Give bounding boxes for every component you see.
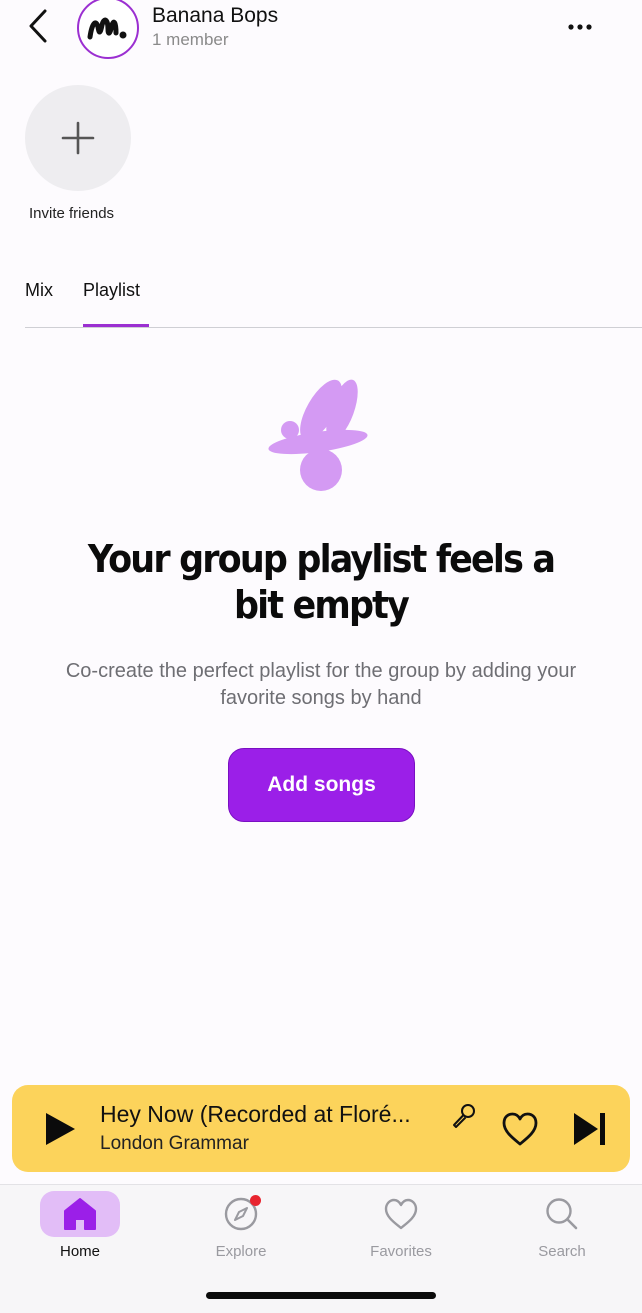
compass-icon-container bbox=[201, 1191, 281, 1237]
tab-home[interactable]: Home bbox=[30, 1191, 130, 1261]
empty-state-description: Co-create the perfect playlist for the g… bbox=[20, 658, 622, 712]
empty-playlist-illustration bbox=[268, 379, 368, 491]
empty-state-title-line-1: Your group playlist feels a bbox=[87, 537, 556, 581]
more-options-button[interactable] bbox=[558, 14, 602, 40]
heart-icon bbox=[384, 1198, 418, 1230]
home-indicator[interactable] bbox=[206, 1292, 436, 1299]
search-icon bbox=[546, 1198, 578, 1230]
empty-state-description-line-2: favorite songs by hand bbox=[220, 687, 422, 709]
group-member-count: 1 member bbox=[152, 30, 229, 49]
header: Banana Bops 1 member bbox=[0, 0, 642, 70]
tab-playlist[interactable]: Playlist bbox=[83, 280, 140, 301]
invite-friends: Invite friends bbox=[25, 85, 131, 222]
empty-state-title: Your group playlist feels a bit empty bbox=[26, 536, 617, 628]
skip-next-icon[interactable] bbox=[570, 1109, 610, 1149]
now-playing-artist: London Grammar bbox=[100, 1133, 249, 1154]
empty-state-description-line-1: Co-create the perfect playlist for the g… bbox=[65, 660, 577, 682]
tab-favorites-label: Favorites bbox=[370, 1243, 432, 1260]
home-icon-container bbox=[40, 1191, 120, 1237]
tab-strip: Mix Playlist bbox=[25, 270, 642, 328]
invite-friends-button[interactable] bbox=[25, 85, 131, 191]
play-icon bbox=[46, 1113, 75, 1145]
tab-explore-label: Explore bbox=[215, 1243, 267, 1260]
microphone-icon bbox=[453, 1104, 475, 1128]
heart-icon[interactable] bbox=[500, 1110, 540, 1148]
more-horizontal-icon bbox=[568, 24, 592, 30]
group-avatar[interactable] bbox=[77, 0, 139, 59]
now-playing-title: Hey Now (Recorded at Floré... bbox=[100, 1101, 411, 1127]
empty-state-title-line-2: bit empty bbox=[233, 583, 410, 627]
notification-badge bbox=[250, 1195, 261, 1206]
plus-icon bbox=[61, 121, 95, 155]
tab-search[interactable]: Search bbox=[512, 1191, 612, 1261]
home-icon bbox=[64, 1198, 96, 1230]
tab-favorites[interactable]: Favorites bbox=[351, 1191, 451, 1261]
invite-friends-label: Invite friends bbox=[29, 205, 115, 222]
mini-player[interactable]: Hey Now (Recorded at Floré... London Gra… bbox=[12, 1085, 630, 1172]
heart-icon-container bbox=[361, 1191, 441, 1237]
tab-search-label: Search bbox=[538, 1243, 586, 1260]
chevron-left-icon bbox=[29, 9, 47, 43]
back-button[interactable] bbox=[20, 6, 56, 46]
add-songs-button[interactable]: Add songs bbox=[228, 748, 415, 822]
group-title: Banana Bops bbox=[152, 4, 279, 27]
tab-home-label: Home bbox=[59, 1243, 100, 1260]
play-button[interactable] bbox=[40, 1109, 80, 1149]
active-tab-indicator bbox=[83, 324, 149, 327]
tab-explore[interactable]: Explore bbox=[191, 1191, 291, 1261]
search-icon-container bbox=[522, 1191, 602, 1237]
tab-mix[interactable]: Mix bbox=[25, 280, 53, 301]
group-logo-icon bbox=[87, 17, 127, 40]
